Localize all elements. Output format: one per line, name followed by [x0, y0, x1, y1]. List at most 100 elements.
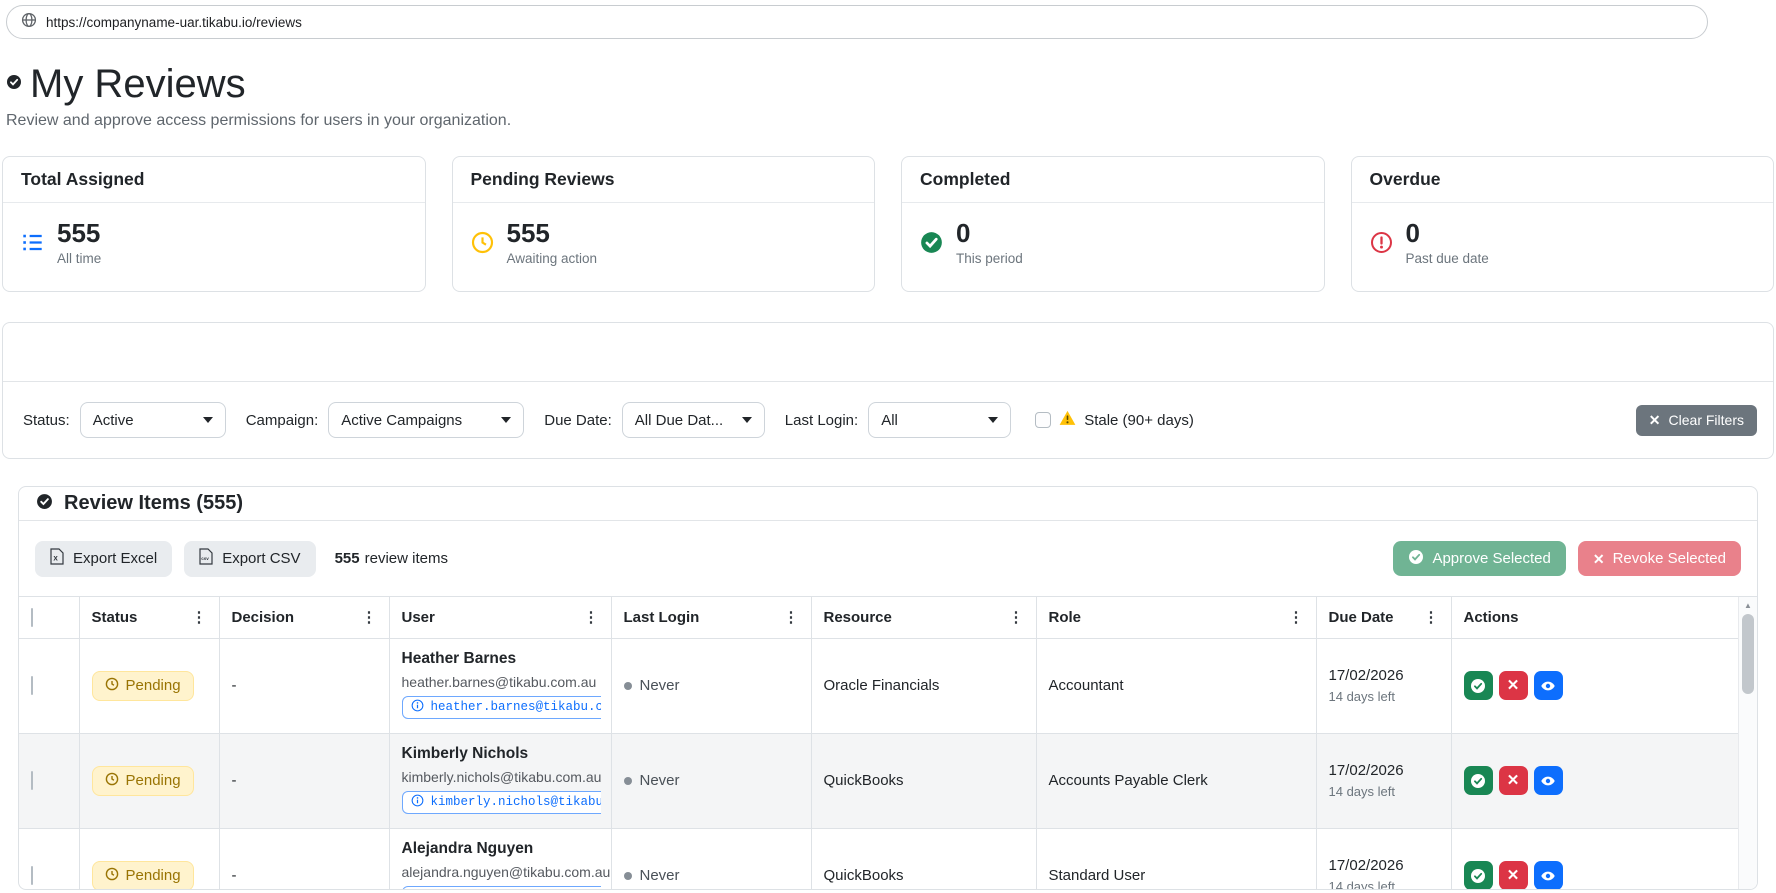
filters-panel: Status: Active Campaign: Active Campaign…: [2, 322, 1774, 459]
due-date-note: 14 days left: [1328, 784, 1396, 799]
column-header-last-login: Last Login: [623, 608, 700, 626]
revoke-selected-label: Revoke Selected: [1612, 550, 1726, 567]
email-chip[interactable]: heather.barnes@tikabu.com: [401, 695, 601, 719]
column-header-resource: Resource: [823, 608, 892, 626]
approve-selected-button[interactable]: Approve Selected: [1393, 541, 1566, 576]
column-header-role: Role: [1048, 608, 1082, 626]
column-menu-icon[interactable]: ⋮: [584, 610, 599, 625]
last-login-value: Never: [639, 867, 680, 884]
view-row-button[interactable]: [1533, 766, 1563, 795]
due-date-filter-select[interactable]: All Due Dat...: [621, 402, 765, 438]
user-name: Alejandra Nguyen: [401, 839, 534, 857]
view-row-button[interactable]: [1533, 671, 1563, 700]
user-name: Kimberly Nichols: [401, 744, 529, 762]
column-menu-icon[interactable]: ⋮: [192, 610, 207, 625]
table-scrollbar[interactable]: ▲: [1738, 597, 1757, 889]
row-checkbox[interactable]: [31, 676, 33, 695]
user-email: kimberly.nichols@tikabu.com.au: [401, 768, 602, 785]
clear-filters-button[interactable]: ✕ Clear Filters: [1635, 404, 1757, 436]
scrollbar-thumb[interactable]: [1742, 614, 1754, 694]
stale-checkbox[interactable]: [1035, 412, 1052, 428]
column-menu-icon[interactable]: ⋮: [784, 610, 799, 625]
table-row: Pending - Heather Barnes heather.barnes@…: [19, 638, 1739, 734]
last-login-filter-select[interactable]: All: [868, 402, 1012, 438]
campaign-filter-select[interactable]: Active Campaigns: [328, 402, 525, 438]
revoke-selected-button[interactable]: ✕ Revoke Selected: [1577, 541, 1741, 576]
column-menu-icon[interactable]: ⋮: [1289, 610, 1304, 625]
select-all-checkbox[interactable]: [31, 607, 33, 627]
column-header-decision: Decision: [231, 608, 295, 626]
email-chip[interactable]: kimberly.nichols@tikabu.c: [401, 790, 601, 814]
filters-panel-header: [3, 323, 1773, 382]
review-items-check-icon: [36, 493, 53, 515]
revoke-row-button[interactable]: ✕: [1498, 766, 1528, 795]
due-date-value: 17/02/2026: [1328, 667, 1404, 684]
export-excel-button[interactable]: x Export Excel: [35, 540, 173, 577]
eye-icon: [1541, 681, 1555, 690]
user-email: heather.barnes@tikabu.com.au: [401, 673, 597, 690]
status-dot: [623, 871, 632, 880]
revoke-row-button[interactable]: ✕: [1498, 671, 1528, 700]
table-toolbar: x Export Excel csv Export CSV 555 review…: [19, 521, 1757, 596]
svg-text:x: x: [53, 554, 58, 563]
close-icon: ✕: [1592, 550, 1605, 567]
eye-icon: [1541, 871, 1555, 880]
column-header-actions: Actions: [1463, 608, 1519, 626]
column-menu-icon[interactable]: ⋮: [1009, 610, 1024, 625]
approve-row-button[interactable]: [1463, 861, 1493, 889]
table-header-row: Status ⋮ Decision ⋮ User ⋮ Last Login ⋮ Reso…: [19, 597, 1739, 639]
stat-card-overdue: Overdue 0 Past due date: [1350, 156, 1774, 292]
review-items-panel: Review Items (555) x Export Excel csv Ex…: [18, 486, 1758, 890]
user-name: Heather Barnes: [401, 649, 517, 667]
approve-row-button[interactable]: [1463, 766, 1493, 795]
resource-value: QuickBooks: [823, 867, 904, 884]
svg-text:csv: csv: [201, 556, 209, 561]
status-dot: [623, 681, 632, 690]
role-value: Standard User: [1048, 867, 1146, 884]
revoke-row-button[interactable]: ✕: [1498, 861, 1528, 889]
status-filter: Status: Active: [23, 402, 226, 438]
stat-title: Overdue: [1351, 157, 1773, 203]
url-bar[interactable]: https://companyname-uar.tikabu.io/review…: [6, 5, 1708, 39]
column-menu-icon[interactable]: ⋮: [1424, 610, 1439, 625]
column-header-user: User: [401, 608, 435, 626]
close-icon: ✕: [1506, 867, 1520, 884]
stat-caption: All time: [57, 251, 102, 266]
page-subtitle: Review and approve access permissions fo…: [6, 112, 512, 129]
stat-title: Pending Reviews: [452, 157, 874, 203]
campaign-filter-label: Campaign:: [245, 411, 319, 429]
globe-icon: [21, 12, 37, 33]
stat-title: Completed: [902, 157, 1324, 203]
status-filter-value: Active: [92, 411, 134, 429]
stat-title: Total Assigned: [3, 157, 425, 203]
check-circle-icon: [920, 231, 943, 254]
csv-file-icon: csv: [199, 548, 213, 569]
export-csv-button[interactable]: csv Export CSV: [184, 540, 316, 577]
stat-value: 555: [506, 218, 550, 248]
stat-caption: Past due date: [1405, 251, 1489, 266]
info-icon: [411, 794, 424, 811]
stat-card-completed: Completed 0 This period: [901, 156, 1325, 292]
status-badge: Pending: [91, 765, 194, 796]
row-checkbox[interactable]: [31, 866, 33, 885]
table-row: Pending - Alejandra Nguyen alejandra.ngu…: [19, 828, 1739, 889]
resource-value: QuickBooks: [823, 772, 904, 789]
stat-caption: This period: [956, 251, 1023, 266]
close-icon: ✕: [1648, 412, 1661, 428]
approve-row-button[interactable]: [1463, 671, 1493, 700]
review-items-count: 555 review items: [335, 550, 448, 567]
url-text: https://companyname-uar.tikabu.io/review…: [46, 14, 302, 30]
page-title: My Reviews: [30, 62, 246, 106]
decision-value: -: [231, 772, 237, 789]
scrollbar-up-arrow[interactable]: ▲: [1739, 597, 1757, 614]
email-chip[interactable]: alejandra.nguyen@tikabu.c: [401, 885, 601, 889]
row-checkbox[interactable]: [31, 771, 33, 790]
view-row-button[interactable]: [1533, 861, 1563, 889]
status-filter-select[interactable]: Active: [79, 402, 226, 438]
last-login-filter: Last Login: All: [785, 402, 1012, 438]
column-menu-icon[interactable]: ⋮: [362, 610, 377, 625]
column-header-due-date: Due Date: [1328, 608, 1394, 626]
last-login-value: Never: [639, 677, 680, 694]
table-row: Pending - Kimberly Nichols kimberly.nich…: [19, 733, 1739, 829]
chevron-down-icon: [988, 417, 999, 423]
